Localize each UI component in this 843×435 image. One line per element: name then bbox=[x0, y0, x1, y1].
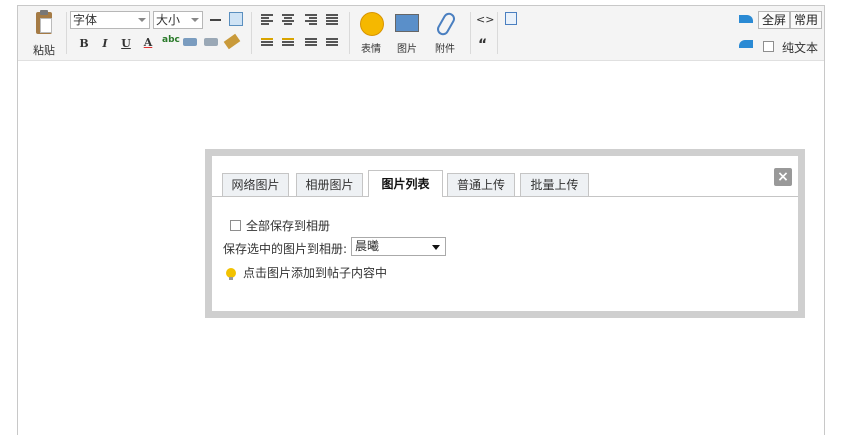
album-select-value: 晨曦 bbox=[355, 239, 380, 253]
font-family-select[interactable]: 字体 bbox=[70, 11, 150, 29]
spellcheck-icon[interactable]: abc bbox=[162, 35, 180, 51]
code-button[interactable]: <> bbox=[476, 13, 494, 26]
fullscreen-button[interactable]: 全屏 bbox=[758, 11, 791, 29]
page-break-icon[interactable] bbox=[505, 12, 517, 25]
link-icon[interactable] bbox=[183, 38, 197, 46]
toolbar-divider bbox=[497, 12, 498, 54]
undo-icon[interactable] bbox=[739, 15, 753, 23]
lightbulb-icon bbox=[226, 268, 236, 280]
paste-button[interactable]: 粘贴 bbox=[28, 10, 60, 57]
underline-button[interactable]: U bbox=[118, 36, 134, 52]
tab-image-list[interactable]: 图片列表 bbox=[368, 170, 443, 197]
tab-album-image[interactable]: 相册图片 bbox=[296, 173, 363, 196]
align-right-icon[interactable] bbox=[305, 14, 317, 26]
image-label: 图片 bbox=[397, 44, 417, 55]
album-select[interactable]: 晨曦 bbox=[351, 237, 446, 256]
toolbar-divider bbox=[470, 12, 471, 54]
toolbar-divider bbox=[66, 12, 67, 54]
align-left-icon[interactable] bbox=[261, 14, 273, 26]
clipboard-icon bbox=[36, 10, 52, 34]
font-color-button[interactable]: A bbox=[140, 35, 156, 51]
tab-normal-upload[interactable]: 普通上传 bbox=[447, 173, 515, 196]
align-justify-icon[interactable] bbox=[326, 14, 338, 26]
font-family-value: 字体 bbox=[73, 13, 98, 27]
unordered-list-icon[interactable] bbox=[326, 38, 338, 50]
common-button[interactable]: 常用 bbox=[790, 11, 823, 29]
font-size-value: 大小 bbox=[156, 13, 181, 27]
float-right-icon[interactable] bbox=[282, 38, 294, 50]
italic-button[interactable]: I bbox=[97, 36, 113, 52]
paperclip-icon bbox=[434, 10, 458, 38]
editor-toolbar: 粘贴 字体 大小 B I U A abc 表情 图片 附件 <> “ 全屏 常用… bbox=[18, 6, 824, 61]
image-dialog: 网络图片 相册图片 图片列表 普通上传 批量上传 × 全部保存到相册 保存选中的… bbox=[205, 149, 805, 318]
tab-web-image[interactable]: 网络图片 bbox=[222, 173, 289, 196]
plain-text-checkbox[interactable] bbox=[763, 41, 774, 52]
font-size-select[interactable]: 大小 bbox=[153, 11, 203, 29]
hint-text: 点击图片添加到帖子内容中 bbox=[243, 266, 388, 280]
attachment-label: 附件 bbox=[435, 44, 455, 55]
horizontal-rule-icon[interactable] bbox=[210, 19, 221, 21]
emoticon-label: 表情 bbox=[361, 44, 381, 55]
ordered-list-icon[interactable] bbox=[305, 38, 317, 50]
save-all-checkbox[interactable] bbox=[230, 220, 241, 231]
image-dialog-body: 网络图片 相册图片 图片列表 普通上传 批量上传 × 全部保存到相册 保存选中的… bbox=[212, 156, 798, 311]
chevron-down-icon bbox=[432, 245, 440, 250]
table-icon[interactable] bbox=[229, 12, 243, 26]
attachment-button[interactable]: 附件 bbox=[433, 10, 458, 58]
float-left-icon[interactable] bbox=[261, 38, 273, 50]
unlink-icon[interactable] bbox=[204, 38, 218, 46]
align-center-icon[interactable] bbox=[282, 14, 294, 26]
chevron-down-icon bbox=[138, 18, 146, 22]
picture-icon bbox=[395, 14, 419, 32]
chevron-down-icon bbox=[191, 18, 199, 22]
toolbar-divider bbox=[349, 12, 350, 54]
emoticon-button[interactable]: 表情 bbox=[359, 12, 384, 58]
image-button[interactable]: 图片 bbox=[395, 12, 419, 58]
format-painter-icon[interactable] bbox=[223, 33, 241, 50]
dialog-tab-bar: 网络图片 相册图片 图片列表 普通上传 批量上传 bbox=[212, 170, 798, 197]
save-selected-label: 保存选中的图片到相册: bbox=[223, 242, 348, 256]
redo-icon[interactable] bbox=[739, 40, 753, 48]
quote-button[interactable]: “ bbox=[478, 37, 487, 53]
toolbar-divider bbox=[251, 12, 252, 54]
close-button[interactable]: × bbox=[774, 168, 792, 186]
tab-batch-upload[interactable]: 批量上传 bbox=[520, 173, 589, 196]
smiley-icon bbox=[360, 12, 384, 36]
save-all-label: 全部保存到相册 bbox=[246, 219, 331, 233]
plain-text-label: 纯文本 bbox=[782, 41, 819, 55]
paste-label: 粘贴 bbox=[33, 44, 55, 57]
bold-button[interactable]: B bbox=[76, 36, 92, 52]
